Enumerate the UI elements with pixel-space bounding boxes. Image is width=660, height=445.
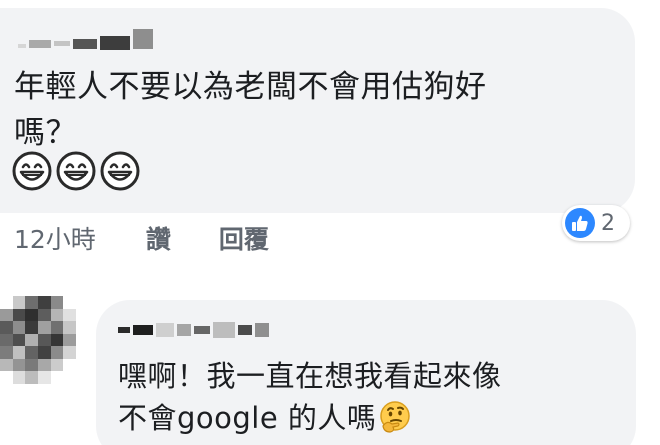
reply-button[interactable]: 回覆 <box>219 220 269 256</box>
reaction-count: 2 <box>601 210 615 236</box>
emoji-row <box>12 151 140 191</box>
thinking-face-icon <box>380 401 411 433</box>
comment-actions: 12小時 讚 回覆 <box>14 218 317 258</box>
grinning-face-icon <box>56 151 96 191</box>
reaction-summary[interactable]: 2 <box>562 205 630 241</box>
grinning-face-icon <box>100 151 140 191</box>
commenter-name-pixelated[interactable] <box>18 26 153 52</box>
commenter-name-pixelated[interactable] <box>118 320 269 340</box>
comment-text-body: 嘿啊！我一直在想我看起來像 不會google 的人嗎 <box>118 359 502 435</box>
comment-text: 年輕人不要以為老闆不會用估狗好 嗎？ <box>14 69 487 151</box>
thumbs-up-icon <box>565 208 595 238</box>
like-button[interactable]: 讚 <box>146 220 171 256</box>
comment-timestamp[interactable]: 12小時 <box>14 220 96 256</box>
comment-text: 嘿啊！我一直在想我看起來像 不會google 的人嗎 <box>118 355 618 439</box>
grinning-face-icon <box>12 151 52 191</box>
avatar[interactable] <box>0 296 76 384</box>
